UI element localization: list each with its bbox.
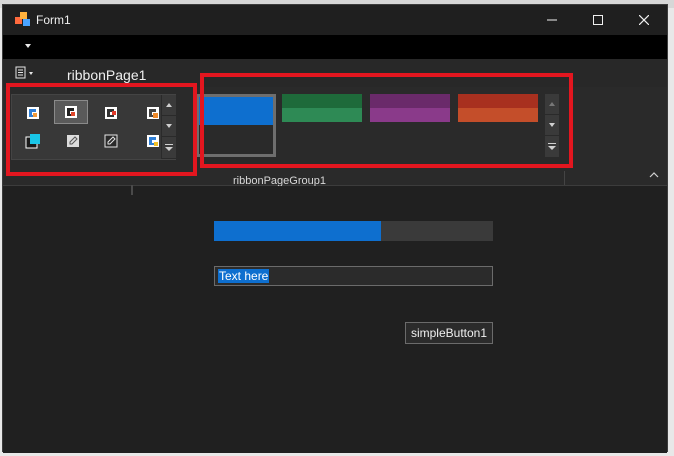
gallery-item-edit-doc-dark[interactable] [94, 130, 128, 152]
form-content: Text here simpleButton1 [3, 186, 667, 453]
app-icon-blue-icon [27, 107, 39, 119]
app-logo-icon [15, 12, 30, 26]
gallery-item-app-icon-blue[interactable] [16, 102, 50, 124]
simple-button[interactable]: simpleButton1 [405, 322, 493, 344]
edit-doc-icon [67, 135, 79, 147]
quick-access-dropdown-icon[interactable] [25, 44, 31, 48]
edit-doc-dark-icon [104, 134, 118, 148]
close-button[interactable] [621, 5, 667, 35]
window-title: Form1 [36, 13, 71, 27]
group-separator [564, 171, 565, 185]
icon-gallery-scroll-down[interactable] [162, 116, 176, 137]
progress-bar-fill [214, 221, 382, 241]
gallery-dropdown-icon [165, 144, 173, 151]
gallery-item-cyan-window[interactable] [16, 130, 50, 152]
application-menu-button[interactable] [15, 65, 41, 81]
skin-gallery-scroll-down[interactable] [545, 115, 559, 136]
ribbon-collapse-button[interactable] [647, 169, 661, 181]
skin-purple-swatch-top [370, 94, 450, 108]
skin-orange-swatch-top [458, 94, 538, 108]
skin-item-purple[interactable] [370, 94, 450, 157]
skin-gallery [196, 94, 559, 158]
icon-gallery-scrollbar[interactable] [161, 95, 176, 159]
icon-gallery [11, 94, 176, 160]
cyan-window-icon [25, 134, 40, 149]
quick-access-toolbar [3, 35, 667, 59]
chevron-up-icon [649, 172, 659, 178]
skin-item-blue[interactable] [196, 94, 276, 157]
app-icon-yellow-icon [147, 135, 159, 147]
skin-green-swatch-bottom [282, 122, 362, 157]
icon-gallery-scroll-up[interactable] [162, 95, 176, 116]
ribbon-tab-strip: ribbonPage1 [3, 59, 667, 87]
chevron-up-icon [549, 102, 555, 106]
title-bar: Form1 [3, 5, 667, 35]
skin-gallery-scrollbar[interactable] [544, 94, 559, 158]
skin-blue-swatch-bottom [199, 125, 273, 154]
icon-gallery-dropdown[interactable] [162, 137, 176, 159]
gallery-dropdown-icon [548, 143, 556, 150]
skin-green-swatch-mid [282, 108, 362, 122]
app-icon-orange-icon [147, 107, 159, 119]
skin-blue-swatch-top [199, 97, 273, 125]
app-icon-dark-icon [65, 106, 77, 118]
app-icon-white-red-icon [105, 107, 117, 119]
close-icon [639, 15, 649, 25]
minimize-icon [547, 19, 557, 21]
chevron-up-icon [166, 103, 172, 107]
skin-gallery-dropdown[interactable] [545, 136, 559, 158]
gallery-item-app-icon-white-red[interactable] [94, 102, 128, 124]
skin-purple-swatch-mid [370, 108, 450, 122]
text-edit[interactable]: Text here [214, 266, 493, 286]
gallery-item-app-icon-dark[interactable] [54, 100, 88, 124]
skin-purple-swatch-bottom [370, 122, 450, 157]
chevron-down-icon [166, 124, 172, 128]
chevron-down-icon [549, 123, 555, 127]
tab-ribbonpage1[interactable]: ribbonPage1 [67, 67, 146, 83]
gallery-item-edit-doc[interactable] [56, 130, 90, 152]
skin-item-green[interactable] [282, 94, 362, 157]
skin-item-orange[interactable] [458, 94, 538, 157]
maximize-icon [593, 15, 603, 25]
progress-bar [214, 221, 493, 241]
main-window: Form1 ribbonPage1 ribbonPageGroup1 Text … [2, 4, 668, 453]
skin-green-swatch-top [282, 94, 362, 108]
minimize-button[interactable] [529, 5, 575, 35]
dropdown-shadow [131, 185, 133, 195]
ribbon-page-group: ribbonPageGroup1 [3, 87, 667, 187]
maximize-button[interactable] [575, 5, 621, 35]
menu-document-icon [15, 66, 33, 79]
skin-gallery-scroll-up[interactable] [545, 94, 559, 115]
skin-orange-swatch-mid [458, 108, 538, 122]
skin-orange-swatch-bottom [458, 122, 538, 157]
text-edit-value: Text here [218, 269, 270, 283]
